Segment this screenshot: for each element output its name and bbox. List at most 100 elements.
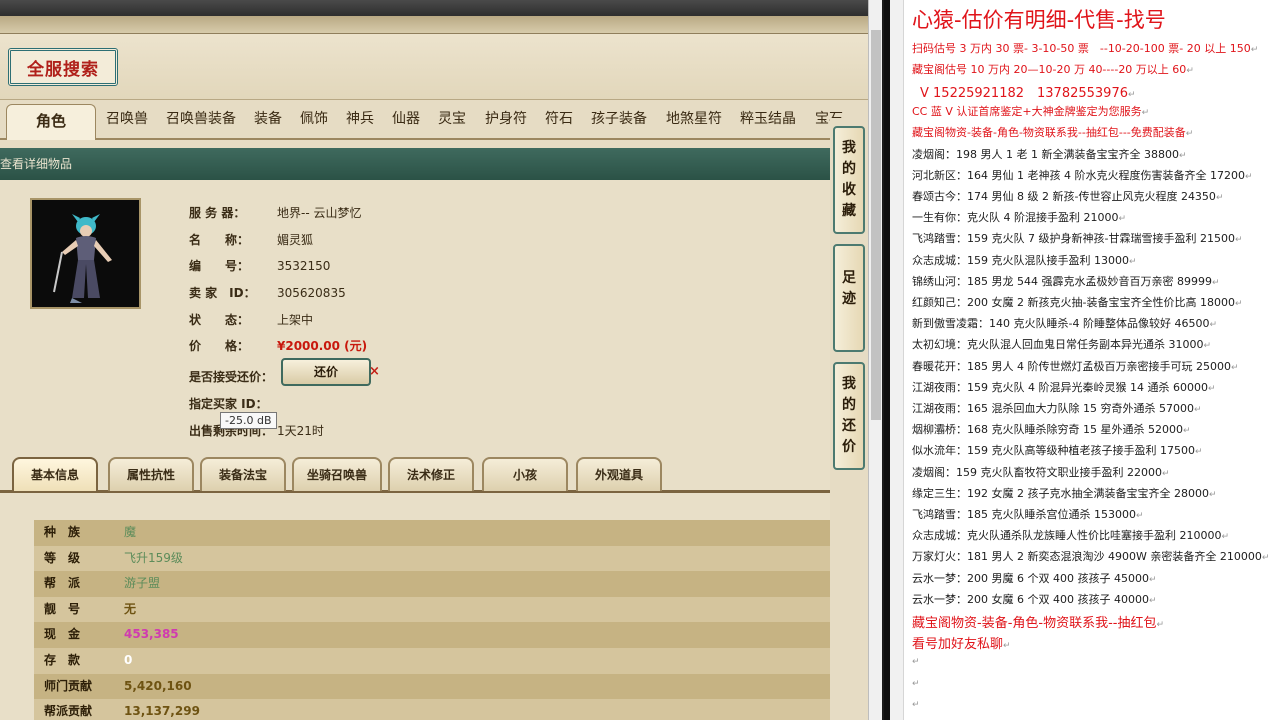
table-row: 存 款 0 [34, 647, 830, 674]
tab-role[interactable]: 角色 [6, 104, 96, 140]
note-line-text: 河北新区：164 男仙 1 老神孩 4 阶水克火程度伤害装备齐全 17200 [912, 168, 1245, 182]
search-header: 全服搜索 [0, 34, 868, 100]
pilcrow-icon: ↵ [1186, 66, 1194, 77]
note-line: 似水流年：159 克火队高等级种植老孩子接手盈利 17500↵ [912, 442, 1203, 458]
game-scrollbar[interactable] [868, 0, 882, 720]
attribute-table: 种 族 魔 等 级 飞升159级 帮 派 游子盟 靓 号 无 现 金 453,385 存 … [34, 520, 830, 720]
tab-child-equipment[interactable]: 孩子装备 [591, 108, 647, 128]
side-tab-counter-label: 我的还价 [842, 376, 856, 455]
attr-key: 师门贡献 [44, 678, 93, 693]
tab-accessory[interactable]: 佩饰 [300, 108, 328, 128]
tab-immortal-tool[interactable]: 仙器 [392, 108, 420, 128]
pilcrow-icon: ↵ [1244, 171, 1253, 182]
note-line-text: CC 蓝 V 认证首席鉴定+大神金牌鉴定为您服务 [912, 105, 1142, 119]
tab-spirit-treasure[interactable]: 灵宝 [438, 108, 466, 128]
counter-offer-label: 是否接受还价： [189, 370, 274, 384]
note-line-text: 云水一梦：200 男魔 6 个双 400 孩孩子 45000 [912, 571, 1149, 585]
side-tab-footprints[interactable]: 足迹 [833, 244, 865, 352]
seller-label: 卖 家 ID： [189, 286, 256, 300]
tab-summon-beast[interactable]: 召唤兽 [106, 108, 148, 128]
note-line: 春颂古今：174 男仙 8 级 2 新孩-传世容止风克火程度 24350↵ [912, 188, 1223, 204]
pilcrow-icon: ↵ [1207, 383, 1216, 394]
side-tab-favorites[interactable]: 我的收藏 [833, 126, 865, 234]
pilcrow-icon: ↵ [1261, 553, 1270, 564]
table-row: 等 级 飞升159级 [34, 545, 830, 572]
note-line-text: 藏宝阁物资-装备-角色-物资联系我--抽红包---免费配装备 [912, 126, 1186, 140]
side-tab-my-counter-offers[interactable]: 我的还价 [833, 362, 865, 470]
game-scrollbar-thumb[interactable] [871, 30, 881, 420]
note-line: 藏宝阁估号 10 万内 20—10-20 万 40----20 万以上 60↵ [912, 61, 1194, 77]
tab-amulet[interactable]: 护身符 [485, 108, 527, 128]
note-line: 太初幻境：克火队混人回血鬼日常任务副本异光通杀 31000↵ [912, 336, 1211, 352]
screen: 全服搜索 角色 召唤兽 召唤兽装备 装备 佩饰 神兵 仙器 灵宝 护身符 符石 … [0, 0, 1280, 720]
attr-value: 无 [124, 601, 137, 616]
note-line: 飞鸿踏雪：185 克火队睡杀宫位通杀 153000↵ [912, 506, 1144, 522]
tab-equipment[interactable]: 装备 [254, 108, 282, 128]
note-line-text: 江湖夜雨：159 克火队 4 阶混异光秦岭灵猴 14 通杀 60000 [912, 380, 1208, 394]
game-window: 全服搜索 角色 召唤兽 召唤兽装备 装备 佩饰 神兵 仙器 灵宝 护身符 符石 … [0, 0, 868, 720]
category-tabs: 角色 召唤兽 召唤兽装备 装备 佩饰 神兵 仙器 灵宝 护身符 符石 孩子装备 … [0, 100, 868, 140]
note-line: 江湖夜雨：165 混杀回血大力队除 15 穷奇外通杀 57000↵ [912, 400, 1202, 416]
seller-row: 卖 家 ID： 305620835 [189, 284, 346, 301]
subtab-child[interactable]: 小孩 [482, 457, 568, 491]
note-line-text: 飞鸿踏雪：159 克火队 7 级护身新神孩-甘霖瑞雪接手盈利 21500 [912, 232, 1235, 246]
subtab-attributes[interactable]: 属性抗性 [108, 457, 194, 491]
attr-key: 帮派贡献 [44, 704, 93, 719]
subtab-spell-correction[interactable]: 法术修正 [388, 457, 474, 491]
close-icon[interactable]: × [369, 364, 380, 379]
note-line-text: 藏宝阁物资-装备-角色-物资联系我--抽红包 [912, 616, 1157, 631]
attr-value: 魔 [124, 525, 137, 539]
attr-key: 等 级 [44, 550, 81, 565]
note-line-text: 藏宝阁估号 10 万内 20—10-20 万 40----20 万以上 60 [912, 63, 1187, 77]
note-line: 万家灯火：181 男人 2 新奕态混浪淘沙 4900W 亲密装备齐全 21000… [912, 548, 1269, 564]
pilcrow-icon: ↵ [1156, 620, 1165, 630]
note-line-text: 新到傲雪凌霜：140 克火队睡杀-4 阶睡整体品像较好 46500 [912, 317, 1210, 331]
pilcrow-icon: ↵ [1178, 150, 1187, 161]
pilcrow-icon: ↵ [1203, 341, 1212, 352]
pilcrow-icon: ↵ [912, 699, 920, 710]
note-line: 云水一梦：200 女魔 6 个双 400 孩孩子 40000↵ [912, 591, 1157, 607]
pilcrow-icon: ↵ [1211, 277, 1220, 288]
pilcrow-icon: ↵ [912, 657, 920, 668]
tab-beast-equipment[interactable]: 召唤兽装备 [166, 108, 236, 128]
attr-value: 游子盟 [124, 576, 161, 591]
note-line-text: 凌烟阁：159 克火队畜牧符文职业接手盈利 22000 [912, 465, 1162, 479]
tab-rune-stone[interactable]: 符石 [545, 108, 573, 128]
note-line-text: 一生有你：克火队 4 阶混接手盈利 21000 [912, 211, 1119, 225]
decorative-frame [0, 16, 868, 34]
pilcrow-icon: ↵ [1148, 595, 1157, 606]
pilcrow-icon: ↵ [1234, 235, 1243, 246]
note-line-text: 众志成城：克火队通杀队龙族睡人性价比哇塞接手盈利 210000 [912, 529, 1222, 543]
table-row: 帮 派 游子盟 [34, 571, 830, 597]
note-line: 藏宝阁物资-装备-角色-物资联系我--抽红包↵ [912, 612, 1164, 631]
attr-value: 453,385 [124, 627, 179, 642]
subtab-equipment[interactable]: 装备法宝 [200, 457, 286, 491]
note-line-text: 锦绣山河：185 男龙 544 强霹克水孟极妙音百万亲密 89999 [912, 274, 1212, 288]
server-value: 地界-- 云山梦忆 [277, 206, 362, 220]
tab-star-rune[interactable]: 地煞星符 [666, 108, 722, 128]
note-line-text: 似水流年：159 克火队高等级种植老孩子接手盈利 17500 [912, 444, 1195, 458]
pilcrow-icon: ↵ [1135, 511, 1144, 521]
side-tab-footprints-label: 足迹 [842, 270, 856, 307]
note-line: 烟柳灞桥：168 克火队睡杀除穷奇 15 星外通杀 52000↵ [912, 421, 1191, 437]
tab-jade-crystal[interactable]: 粹玉结晶 [740, 108, 796, 128]
id-value: 3532150 [277, 259, 331, 273]
note-gutter [890, 0, 904, 720]
note-line-text: 缘定三生：192 女魔 2 孩子克水抽全满装备宝宝齐全 28000 [912, 486, 1209, 500]
subtab-basic-info[interactable]: 基本信息 [12, 457, 98, 491]
subtab-mount-beast[interactable]: 坐骑召唤兽 [292, 457, 382, 491]
note-line: 一生有你：克火队 4 阶混接手盈利 21000↵ [912, 209, 1126, 225]
pilcrow-icon: ↵ [1194, 447, 1203, 458]
global-search-logo[interactable]: 全服搜索 [8, 48, 118, 86]
tab-divine-weapon[interactable]: 神兵 [346, 108, 374, 128]
note-line: 江湖夜雨：159 克火队 4 阶混异光秦岭灵猴 14 通杀 60000↵ [912, 379, 1216, 395]
buyer-label: 指定买家 ID： [189, 397, 268, 411]
note-line: 河北新区：164 男仙 1 老神孩 4 阶水克火程度伤害装备齐全 17200↵ [912, 167, 1253, 183]
subtab-appearance[interactable]: 外观道具 [576, 457, 662, 491]
counter-offer-button[interactable]: 还价 [281, 358, 371, 386]
attr-key: 现 金 [44, 627, 81, 642]
note-line: 缘定三生：192 女魔 2 孩子克水抽全满装备宝宝齐全 28000↵ [912, 485, 1217, 501]
server-label: 服 务 器： [189, 206, 246, 220]
note-line-text: 众志成城：159 克火队混队接手盈利 13000 [912, 253, 1129, 267]
note-line-text: 春暖花开：185 男人 4 阶传世燃灯孟极百万亲密接手可玩 25000 [912, 359, 1231, 373]
